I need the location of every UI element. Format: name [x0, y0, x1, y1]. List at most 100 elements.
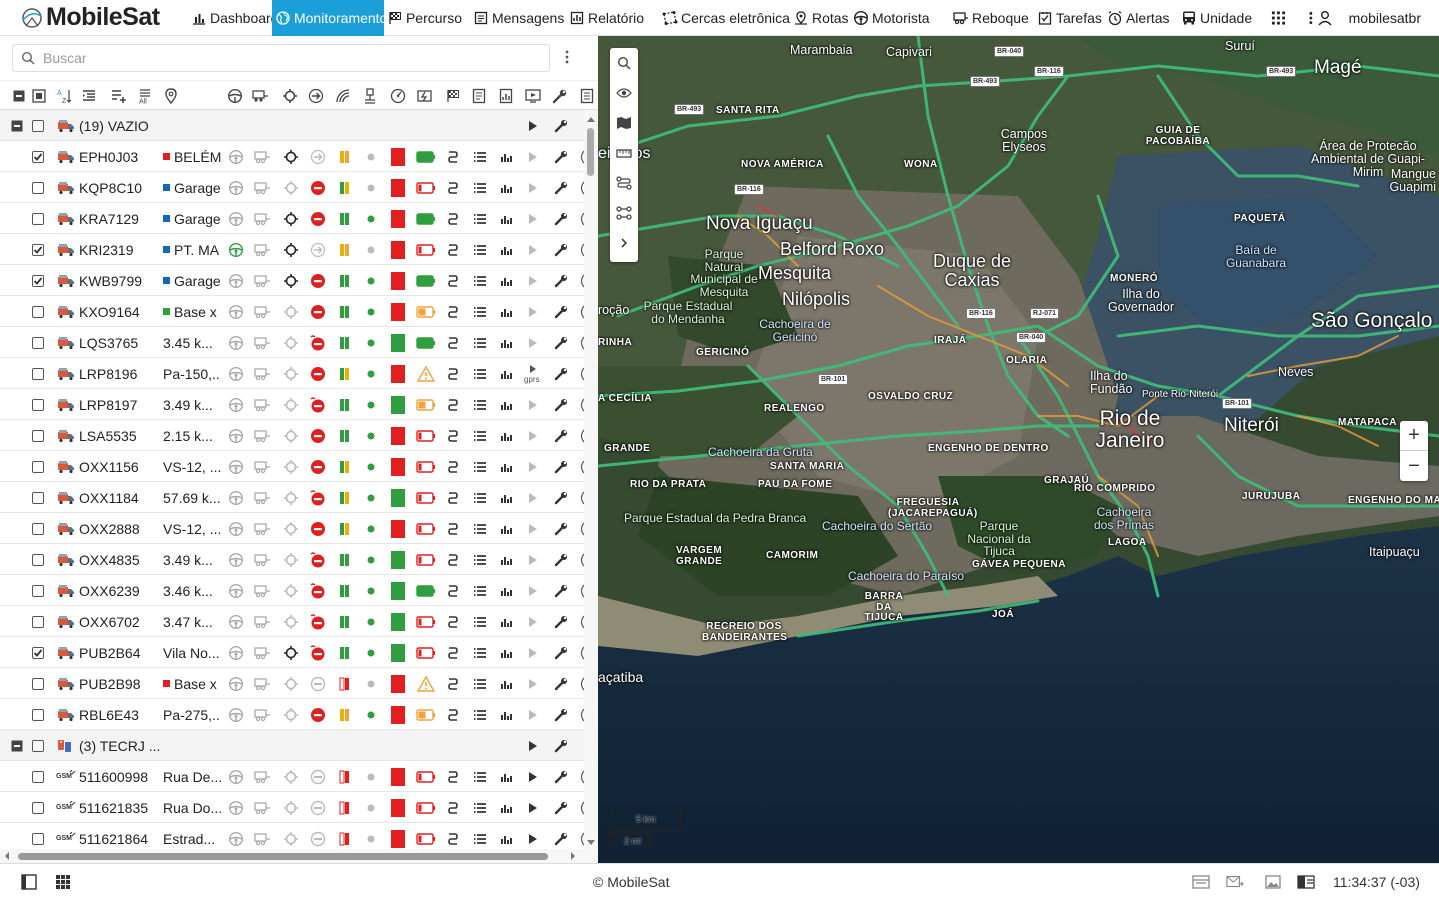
- report-bars-icon[interactable]: [498, 637, 516, 668]
- nav-reboque[interactable]: Reboque: [950, 0, 1034, 36]
- details-list-icon[interactable]: [471, 358, 489, 389]
- group-checkbox[interactable]: [29, 110, 47, 141]
- settings-wrench-icon[interactable]: [552, 296, 570, 327]
- details-list-icon[interactable]: [471, 420, 489, 451]
- trailer-icon[interactable]: [253, 141, 273, 172]
- nav-unidade[interactable]: Unidade: [1178, 0, 1264, 36]
- search-input[interactable]: [43, 50, 523, 66]
- trailer-icon[interactable]: [253, 172, 273, 203]
- unit-checkbox[interactable]: [29, 203, 47, 234]
- connection-icon[interactable]: [444, 358, 462, 389]
- driver-icon[interactable]: [226, 296, 246, 327]
- messages-icon[interactable]: [1226, 874, 1244, 890]
- indent-list-icon[interactable]: [80, 87, 98, 105]
- unit-row[interactable]: KRI2319 PT. MA: [0, 234, 584, 265]
- play-command-icon[interactable]: [521, 792, 545, 823]
- nav-mensagens[interactable]: Mensagens: [470, 0, 566, 36]
- trailer-icon[interactable]: [253, 575, 273, 606]
- unit-checkbox[interactable]: [29, 823, 47, 852]
- report-bars-icon[interactable]: [498, 668, 516, 699]
- sort-az-icon[interactable]: AZ: [56, 87, 74, 105]
- trailer-icon[interactable]: [253, 327, 273, 358]
- unit-plate[interactable]: LSA5535: [79, 420, 137, 451]
- unit-checkbox[interactable]: [29, 265, 47, 296]
- image-icon[interactable]: [1264, 874, 1282, 890]
- settings-column-icon[interactable]: [551, 87, 569, 105]
- unit-plate[interactable]: LQS3765: [79, 327, 138, 358]
- play-command-icon[interactable]: [521, 389, 545, 420]
- trailer-icon[interactable]: [253, 296, 273, 327]
- connection-icon[interactable]: [444, 482, 462, 513]
- settings-wrench-icon[interactable]: [552, 761, 570, 792]
- map-layers-icon[interactable]: [610, 108, 638, 138]
- connection-icon[interactable]: [444, 699, 462, 730]
- play-command-icon[interactable]: [521, 761, 545, 792]
- driver-icon[interactable]: [226, 575, 246, 606]
- unit-row[interactable]: GSM 511621864 Estrad...: [0, 823, 584, 852]
- unit-row[interactable]: LQS3765 3.45 k...: [0, 327, 584, 358]
- events-icon[interactable]: [1192, 874, 1210, 890]
- driver-icon[interactable]: [226, 792, 246, 823]
- unit-plate[interactable]: KWB9799: [79, 265, 142, 296]
- group-settings-icon[interactable]: [552, 110, 570, 141]
- details-list-icon[interactable]: [471, 172, 489, 203]
- unit-row[interactable]: LSA5535 2.15 k...: [0, 420, 584, 451]
- details-list-icon[interactable]: [471, 637, 489, 668]
- location-pin-icon[interactable]: [162, 87, 180, 105]
- map-search-icon[interactable]: [610, 48, 638, 78]
- unit-checkbox[interactable]: [29, 544, 47, 575]
- search-options-icon[interactable]: [565, 50, 577, 66]
- unit-row[interactable]: OXX1156 VS-12, ...: [0, 451, 584, 482]
- report-bars-icon[interactable]: [498, 265, 516, 296]
- play-command-icon[interactable]: [521, 699, 545, 730]
- play-command-icon[interactable]: [521, 668, 545, 699]
- driver-icon[interactable]: [226, 544, 246, 575]
- unit-row[interactable]: PUB2B64 Vila No...: [0, 637, 584, 668]
- report-bars-icon[interactable]: [498, 513, 516, 544]
- play-command-icon[interactable]: [521, 513, 545, 544]
- settings-wrench-icon[interactable]: [552, 358, 570, 389]
- unit-checkbox[interactable]: [29, 792, 47, 823]
- add-to-list-icon[interactable]: [110, 87, 128, 105]
- details-list-icon[interactable]: [471, 203, 489, 234]
- report-bars-icon[interactable]: [498, 389, 516, 420]
- settings-wrench-icon[interactable]: [552, 606, 570, 637]
- connection-icon[interactable]: [444, 141, 462, 172]
- driver-icon[interactable]: [226, 420, 246, 451]
- unit-row[interactable]: EPH0J03 BELÉM: [0, 141, 584, 172]
- trailer-icon[interactable]: [253, 792, 273, 823]
- trailer-icon[interactable]: [253, 637, 273, 668]
- details-list-icon[interactable]: [471, 606, 489, 637]
- connection-icon[interactable]: [444, 234, 462, 265]
- connection-icon[interactable]: [444, 513, 462, 544]
- signal-column-icon[interactable]: [334, 87, 352, 105]
- unit-row[interactable]: KXO9164 Base x: [0, 296, 584, 327]
- driver-icon[interactable]: [226, 172, 246, 203]
- unit-checkbox[interactable]: [29, 420, 47, 451]
- unit-plate[interactable]: KQP8C10: [79, 172, 142, 203]
- play-command-icon[interactable]: [521, 420, 545, 451]
- driver-icon[interactable]: [226, 203, 246, 234]
- details-list-icon[interactable]: [471, 823, 489, 852]
- unit-checkbox[interactable]: [29, 761, 47, 792]
- trailer-icon[interactable]: [253, 234, 273, 265]
- settings-wrench-icon[interactable]: [552, 327, 570, 358]
- nav-relat-rio[interactable]: Relatório: [566, 0, 659, 36]
- trailer-icon[interactable]: [253, 358, 273, 389]
- trailer-icon[interactable]: [253, 389, 273, 420]
- add-all-icon[interactable]: All: [136, 87, 154, 105]
- play-command-icon[interactable]: [521, 296, 545, 327]
- unit-checkbox[interactable]: [29, 482, 47, 513]
- report-bars-icon[interactable]: [498, 823, 516, 852]
- unit-row[interactable]: RBL6E43 Pa-275,...: [0, 699, 584, 730]
- details-list-icon[interactable]: [471, 451, 489, 482]
- settings-wrench-icon[interactable]: [552, 203, 570, 234]
- nav-dashboard[interactable]: Dashboard: [188, 0, 272, 36]
- play-command-icon[interactable]: [521, 172, 545, 203]
- motion-column-icon[interactable]: [307, 87, 325, 105]
- unit-row[interactable]: OXX6239 3.46 k...: [0, 575, 584, 606]
- details-list-icon[interactable]: [471, 389, 489, 420]
- unit-checkbox[interactable]: [29, 296, 47, 327]
- unit-plate[interactable]: 511621864: [79, 823, 148, 852]
- nav-percurso[interactable]: Percurso: [384, 0, 470, 36]
